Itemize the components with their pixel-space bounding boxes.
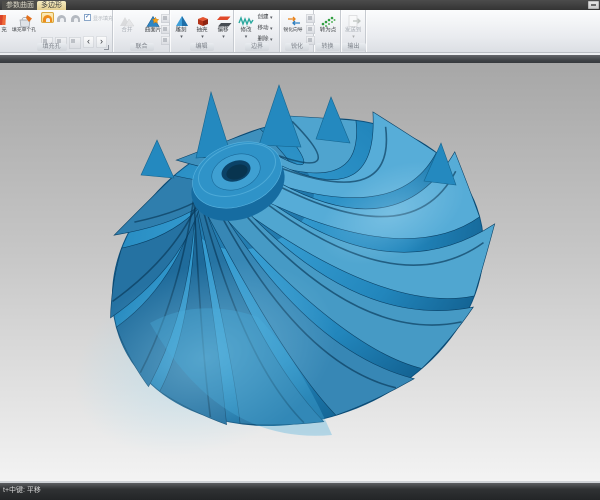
send-to-dropdown-icon[interactable]: ▾ bbox=[352, 35, 355, 40]
points-icon bbox=[320, 13, 336, 28]
paint-bucket-icon bbox=[17, 13, 33, 28]
fill-holes-label: 充 bbox=[2, 28, 8, 34]
shell-icon bbox=[195, 13, 211, 28]
offset-icon bbox=[216, 13, 232, 28]
tangent-fill-icon bbox=[57, 15, 66, 22]
shell-dropdown-icon[interactable]: ▾ bbox=[201, 35, 204, 40]
shell-label: 抽壳 bbox=[197, 28, 208, 34]
merge-icon bbox=[119, 13, 135, 28]
offset-dropdown-icon[interactable]: ▾ bbox=[222, 35, 225, 40]
fill-single-hole-label: 填充单个孔 bbox=[12, 28, 36, 34]
ribbon-group-boundary: 修改 ▾ 创建 ▾ 移动 ▾ 删除 ▾ 边界 bbox=[235, 10, 280, 52]
previous-hole-button[interactable]: ‹ bbox=[83, 36, 94, 48]
move-boundary-label: 移动 bbox=[257, 26, 268, 32]
status-bar: t+中键: 平移 bbox=[0, 483, 600, 500]
ribbon-tab-bar: 参数曲面 多边形 bbox=[0, 0, 600, 10]
sharpen-wizard-icon bbox=[286, 13, 302, 28]
sculpt-dropdown-icon[interactable]: ▾ bbox=[180, 35, 183, 40]
combine-extra-icon-1 bbox=[163, 16, 167, 20]
curvature-fill-icon bbox=[43, 15, 52, 22]
group-label-sharpen: 锐化 bbox=[285, 43, 309, 51]
create-boundary-label: 创建 bbox=[257, 15, 268, 21]
ribbon-corner-icon bbox=[591, 4, 596, 6]
ribbon-group-fill-holes: 充 填充单个孔 ✓ 显示填充 ‹ › 填充孔 bbox=[0, 10, 113, 52]
ribbon-corner-button[interactable] bbox=[588, 1, 599, 9]
modify-dropdown-icon[interactable]: ▾ bbox=[245, 35, 248, 40]
group-label-output: 输出 bbox=[341, 43, 365, 51]
send-to-icon bbox=[346, 13, 362, 28]
delete-dropdown-icon: ▾ bbox=[270, 38, 273, 43]
fill-single-hole-button[interactable]: 填充单个孔 bbox=[9, 12, 40, 50]
move-dropdown-icon: ▾ bbox=[270, 27, 273, 32]
sharpen-extra-icon-1 bbox=[308, 16, 312, 20]
fill-flat-toggle[interactable] bbox=[69, 12, 82, 23]
impeller-mesh-model[interactable] bbox=[0, 63, 600, 481]
create-dropdown-icon: ▾ bbox=[270, 16, 273, 21]
sculpt-label: 雕刻 bbox=[176, 28, 187, 34]
convert-to-points-label: 转为点 bbox=[320, 28, 337, 34]
combine-extra-button-2[interactable] bbox=[161, 25, 170, 34]
wave-modify-icon bbox=[238, 13, 254, 28]
boundary-fill-mini-icon-3 bbox=[71, 39, 75, 43]
surface-patch-label: 曲面片 bbox=[145, 28, 162, 34]
show-fill-label: 显示填充 bbox=[93, 15, 113, 22]
show-fill-checkbox[interactable]: ✓ bbox=[84, 14, 91, 21]
combine-extra-icon-3 bbox=[163, 38, 167, 42]
fill-curvature-toggle[interactable] bbox=[41, 12, 54, 23]
fill-tangent-toggle[interactable] bbox=[55, 12, 68, 23]
ribbon: 充 填充单个孔 ✓ 显示填充 ‹ › 填充孔 bbox=[0, 10, 600, 53]
offset-button[interactable]: 偏移 ▾ bbox=[214, 12, 233, 50]
ribbon-group-combine: 合并 曲面片 联合 bbox=[114, 10, 170, 52]
sculpt-button[interactable]: 雕刻 ▾ bbox=[172, 12, 191, 50]
sharpen-wizard-label: 锐化向导 bbox=[284, 28, 303, 34]
move-boundary-button[interactable]: 移动 ▾ bbox=[257, 24, 279, 35]
dialog-launcher-icon[interactable] bbox=[104, 45, 109, 50]
group-label-boundary: 边界 bbox=[245, 43, 269, 51]
sharpen-extra-icon-2 bbox=[308, 27, 312, 31]
group-label-combine: 联合 bbox=[129, 43, 153, 51]
group-label-edit: 编辑 bbox=[189, 43, 213, 51]
mouse-hint-text: t+中键: 平移 bbox=[3, 487, 41, 494]
group-label-convert: 转换 bbox=[315, 43, 339, 51]
viewport-3d[interactable] bbox=[0, 63, 600, 481]
flat-fill-icon bbox=[71, 15, 80, 22]
sculpt-icon bbox=[174, 13, 190, 28]
combine-extra-button-1[interactable] bbox=[161, 14, 170, 23]
tab-polygon[interactable]: 多边形 bbox=[37, 1, 66, 10]
ribbon-group-output: 发送到 ▾ 输出 bbox=[342, 10, 366, 52]
tab-parametric-surface[interactable]: 参数曲面 bbox=[2, 1, 38, 10]
ribbon-group-edit: 雕刻 ▾ 抽壳 ▾ 偏移 ▾ 编辑 bbox=[170, 10, 234, 52]
sharpen-extra-icon-3 bbox=[308, 38, 312, 42]
offset-label: 偏移 bbox=[218, 28, 229, 34]
ribbon-group-sharpen: 锐化向导 锐化 bbox=[281, 10, 314, 52]
merge-label: 合并 bbox=[121, 28, 132, 34]
surface-patch-icon bbox=[145, 13, 161, 28]
create-boundary-button[interactable]: 创建 ▾ bbox=[257, 13, 279, 24]
combine-extra-button-3[interactable] bbox=[161, 36, 170, 45]
boundary-fill-mini-button-3[interactable] bbox=[69, 37, 81, 49]
sharpen-extra-button-1[interactable] bbox=[306, 14, 315, 23]
modify-boundary-label: 修改 bbox=[240, 28, 251, 34]
group-label-fill-holes: 填充孔 bbox=[37, 43, 67, 51]
ribbon-viewport-divider bbox=[0, 53, 600, 63]
sharpen-extra-button-2[interactable] bbox=[306, 25, 315, 34]
fill-holes-button[interactable]: 充 bbox=[0, 12, 9, 50]
ribbon-group-convert: 转为点 转换 bbox=[315, 10, 341, 52]
fill-holes-icon bbox=[0, 13, 9, 28]
combine-extra-icon-2 bbox=[163, 27, 167, 31]
